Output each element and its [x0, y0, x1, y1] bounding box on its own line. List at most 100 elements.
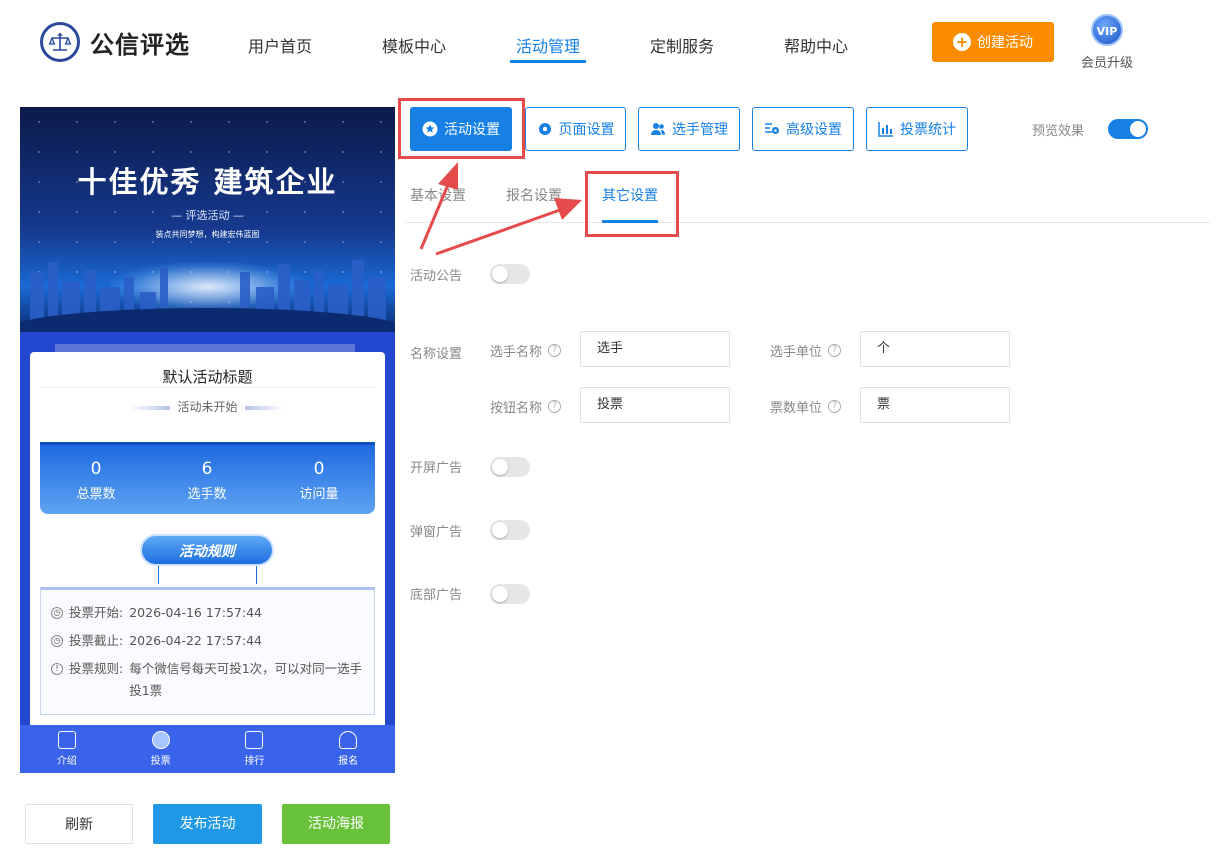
- stat-players: 6 选手数: [157, 459, 257, 502]
- button-label: 高级设置: [786, 122, 842, 138]
- stat-value: 6: [201, 459, 213, 479]
- name-settings-label: 名称设置: [410, 347, 463, 362]
- help-icon[interactable]: ?: [548, 400, 562, 413]
- stat-total-votes: 0 总票数: [46, 459, 146, 502]
- tab-intro[interactable]: 介绍: [20, 725, 114, 773]
- activity-title: 默认活动标题: [162, 368, 253, 386]
- status-decor-right: [245, 406, 285, 410]
- nav-custom-service[interactable]: 定制服务: [650, 33, 714, 57]
- tab-vote[interactable]: 投票: [114, 725, 208, 773]
- stats-panel: 0 总票数 6 选手数 0 访问量: [40, 442, 375, 514]
- vote-statistics-button[interactable]: 投票统计: [866, 107, 968, 151]
- label-text: 选手单位: [770, 345, 823, 360]
- button-label: 选手管理: [672, 122, 728, 138]
- help-icon[interactable]: ?: [828, 344, 842, 357]
- create-activity-button[interactable]: + 创建活动: [932, 22, 1054, 62]
- vip-upgrade[interactable]: VIP 会员升级: [1080, 14, 1134, 71]
- bar-chart-icon: [878, 122, 893, 137]
- player-management-button[interactable]: 选手管理: [638, 107, 740, 151]
- nav-activity-management[interactable]: 活动管理: [516, 33, 580, 57]
- nav-home[interactable]: 用户首页: [248, 33, 312, 57]
- activity-status: 活动未开始: [177, 400, 238, 414]
- stat-label: 总票数: [76, 487, 116, 502]
- button-name-input[interactable]: 投票: [580, 387, 730, 423]
- mobile-preview: 十佳优秀 建筑企业 — 评选活动 — 装点共同梦想，构建宏伟蓝图 默认活动标题 …: [20, 107, 395, 773]
- label-text: 选手名称: [490, 345, 543, 360]
- rule-text: ! 投票规则: 每个微信号每天可投1次，可以对同一选手投1票: [51, 658, 366, 702]
- logo[interactable]: 公信评选: [40, 22, 190, 62]
- annotation-box: [585, 171, 679, 237]
- preview-effect-toggle[interactable]: [1108, 119, 1148, 139]
- notice-toggle[interactable]: [490, 264, 530, 284]
- stat-label: 访问量: [299, 487, 339, 502]
- tab-label: 排行: [244, 756, 265, 767]
- nav-active-indicator: [510, 60, 586, 63]
- gear-icon: [538, 123, 551, 135]
- notice-label: 活动公告: [410, 269, 463, 284]
- tab-label: 介绍: [56, 756, 77, 767]
- rule-start: ◷ 投票开始: 2026-04-16 17:57:44: [51, 602, 262, 624]
- user-icon: [339, 731, 358, 749]
- nav-help[interactable]: 帮助中心: [784, 33, 848, 57]
- poster-button[interactable]: 活动海报: [282, 804, 390, 844]
- rule-value: 2026-04-22 17:57:44: [129, 633, 262, 648]
- tab-signup[interactable]: 报名: [301, 725, 395, 773]
- vote-unit-input[interactable]: 票: [860, 387, 1010, 423]
- button-label: 投票统计: [900, 122, 956, 138]
- player-name-input[interactable]: 选手: [580, 331, 730, 367]
- rule-pin: [158, 566, 159, 584]
- banner-title: 十佳优秀 建筑企业: [77, 165, 338, 199]
- popup-ad-label: 弹窗广告: [410, 525, 463, 540]
- bar-chart-icon: [245, 731, 264, 749]
- help-icon[interactable]: ?: [828, 400, 842, 413]
- player-unit-label: 选手单位 ?: [770, 341, 842, 360]
- vote-icon: [151, 731, 170, 749]
- clock-icon: ◷: [51, 635, 63, 647]
- document-icon: [57, 731, 76, 749]
- bottom-ad-toggle[interactable]: [490, 584, 530, 604]
- plus-icon: +: [953, 33, 971, 51]
- help-icon[interactable]: ?: [548, 344, 562, 357]
- rule-end: ◷ 投票截止: 2026-04-22 17:57:44: [51, 630, 262, 652]
- city-skyline-image: [20, 260, 395, 332]
- rule-label: 投票规则:: [69, 661, 124, 676]
- rules-button[interactable]: 活动规则: [140, 534, 274, 566]
- rule-pin: [256, 566, 257, 584]
- vip-label: 会员升级: [1080, 56, 1133, 71]
- splash-ad-label: 开屏广告: [410, 461, 463, 476]
- rule-label: 投票开始:: [69, 605, 124, 620]
- popup-ad-toggle[interactable]: [490, 520, 530, 540]
- tab-label: 报名: [338, 756, 359, 767]
- mobile-tabbar: 介绍 投票 排行 报名: [20, 725, 395, 773]
- refresh-button[interactable]: 刷新: [25, 804, 133, 844]
- bottom-ad-label: 底部广告: [410, 588, 463, 603]
- tab-ranking[interactable]: 排行: [208, 725, 302, 773]
- divider: [40, 387, 375, 388]
- publish-button[interactable]: 发布活动: [153, 804, 262, 844]
- preview-effect-label: 预览效果: [1032, 124, 1085, 139]
- create-activity-label: 创建活动: [977, 35, 1033, 51]
- nav-templates[interactable]: 模板中心: [382, 33, 446, 57]
- activity-card: 默认活动标题 活动未开始 0 总票数 6 选手数 0 访问量 活动规则 ◷ 投票…: [30, 352, 385, 773]
- splash-ad-toggle[interactable]: [490, 457, 530, 477]
- stat-label: 选手数: [187, 487, 227, 502]
- player-name-label: 选手名称 ?: [490, 341, 562, 360]
- stat-visits: 0 访问量: [269, 459, 369, 502]
- label-text: 按钮名称: [490, 401, 543, 416]
- advanced-settings-button[interactable]: 高级设置: [752, 107, 854, 151]
- rules-box: ◷ 投票开始: 2026-04-16 17:57:44 ◷ 投票截止: 2026…: [40, 587, 375, 715]
- button-name-label: 按钮名称 ?: [490, 397, 562, 416]
- rule-label: 投票截止:: [69, 633, 124, 648]
- rules-button-label: 活动规则: [179, 544, 235, 560]
- stat-value: 0: [313, 459, 325, 479]
- annotation-arrows: [419, 162, 582, 256]
- star-icon: [422, 121, 438, 137]
- vip-badge-icon: VIP: [1091, 14, 1123, 46]
- stat-value: 0: [90, 459, 102, 479]
- banner-slogan: 装点共同梦想，构建宏伟蓝图: [155, 230, 260, 239]
- button-label: 活动设置: [444, 122, 500, 138]
- banner-subtitle: — 评选活动 —: [171, 209, 244, 222]
- logo-text: 公信评选: [90, 30, 190, 59]
- player-unit-input[interactable]: 个: [860, 331, 1010, 367]
- users-icon: [651, 123, 665, 135]
